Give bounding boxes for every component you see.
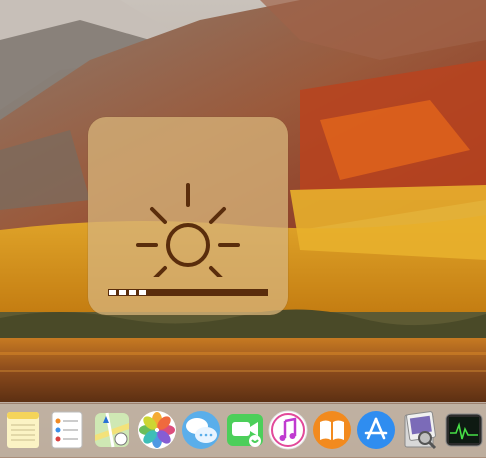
brightness-level-segment — [208, 289, 218, 296]
brightness-level-segment — [218, 289, 228, 296]
brightness-level-segment — [178, 289, 188, 296]
brightness-level-bar — [108, 289, 268, 296]
maps-icon — [95, 412, 129, 448]
dock-item-messages[interactable] — [180, 409, 222, 451]
dock-item-preview[interactable] — [399, 409, 441, 451]
ibooks-icon — [313, 411, 351, 449]
brightness-level-segment — [168, 289, 178, 296]
messages-icon — [182, 411, 220, 449]
dock-item-facetime[interactable] — [224, 409, 266, 451]
itunes-icon — [268, 410, 308, 450]
brightness-level-segment — [238, 289, 248, 296]
brightness-level-segment — [108, 289, 118, 296]
dock-item-activity-monitor[interactable] — [443, 409, 485, 451]
brightness-level-segment — [248, 289, 258, 296]
brightness-level-segment — [188, 289, 198, 296]
brightness-level-segment — [198, 289, 208, 296]
dock-item-ibooks[interactable] — [311, 409, 353, 451]
brightness-hud — [88, 117, 288, 315]
facetime-icon — [227, 414, 263, 447]
dock-item-app-store[interactable] — [355, 409, 397, 451]
dock-item-itunes[interactable] — [267, 409, 309, 451]
brightness-level-segment — [118, 289, 128, 296]
notes-icon — [7, 412, 39, 448]
brightness-level-segment — [258, 289, 268, 296]
reminders-icon — [51, 411, 83, 449]
brightness-level-segment — [128, 289, 138, 296]
app-store-icon — [357, 411, 395, 449]
photos-icon — [138, 411, 176, 449]
dock-item-photos[interactable] — [136, 409, 178, 451]
dock-item-reminders[interactable] — [46, 409, 88, 451]
brightness-sun-icon — [136, 183, 240, 277]
brightness-level-segment — [138, 289, 148, 296]
preview-icon — [404, 411, 437, 450]
brightness-level-segment — [148, 289, 158, 296]
dock-item-maps[interactable] — [91, 409, 133, 451]
dock — [0, 402, 486, 458]
brightness-level-segment — [228, 289, 238, 296]
activity-monitor-icon — [445, 413, 483, 447]
brightness-level-segment — [158, 289, 168, 296]
dock-item-notes[interactable] — [2, 409, 44, 451]
